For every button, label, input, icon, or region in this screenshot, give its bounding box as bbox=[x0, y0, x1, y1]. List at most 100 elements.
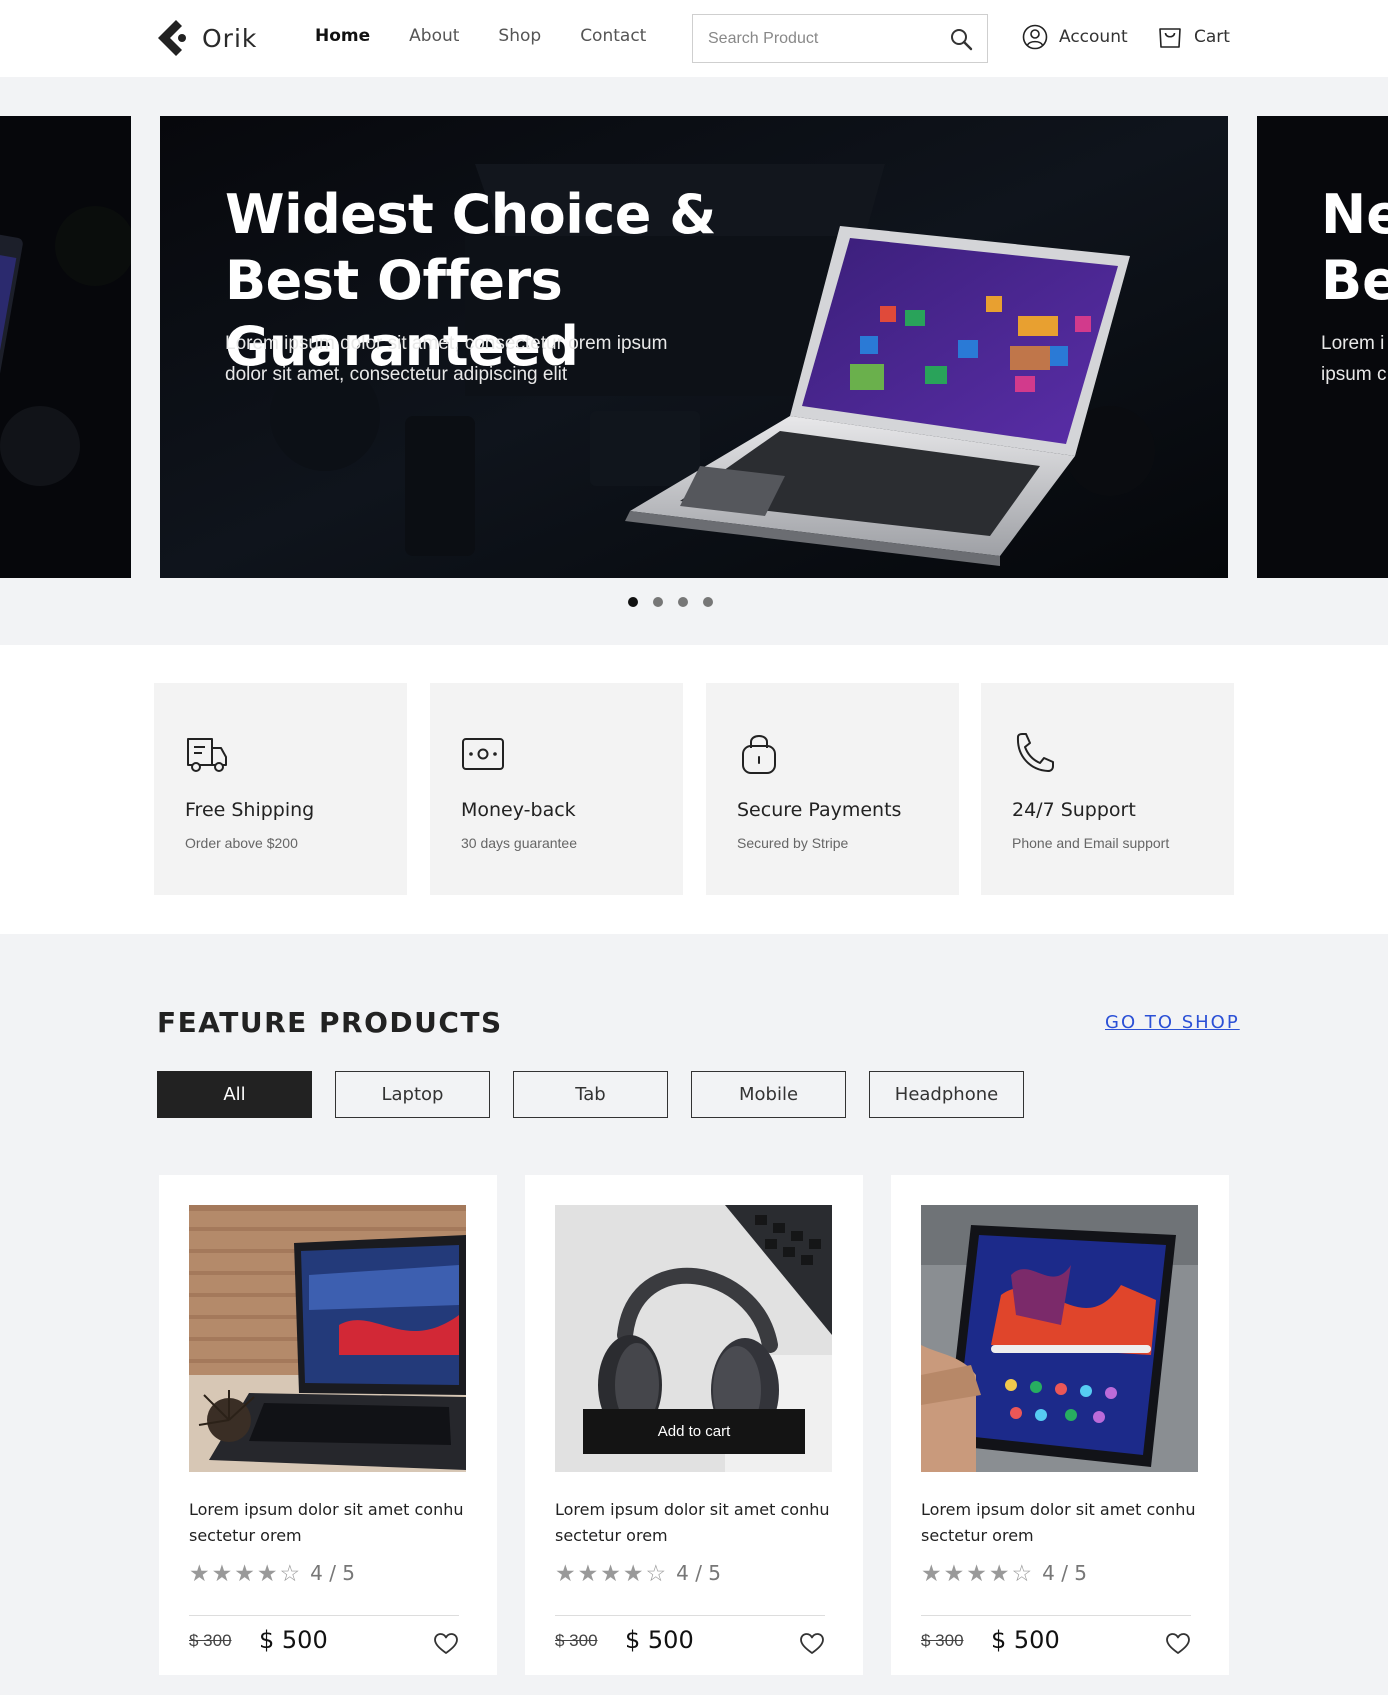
star-empty-icon: ☆ bbox=[1011, 1560, 1033, 1586]
features-section: Free Shipping Order above $200 Money-bac… bbox=[0, 645, 1388, 934]
carousel-dots bbox=[628, 597, 713, 607]
star-filled-icon: ★ bbox=[600, 1560, 621, 1586]
previous-slide-image bbox=[0, 116, 131, 578]
hero-carousel: Widest Choice & Best Offers Guaranteed L… bbox=[0, 77, 1388, 645]
active-slide[interactable]: Widest Choice & Best Offers Guaranteed L… bbox=[160, 116, 1228, 578]
divider bbox=[555, 1615, 825, 1616]
go-to-shop-link[interactable]: GO TO SHOP bbox=[1105, 1012, 1240, 1033]
feature-subtitle: Phone and Email support bbox=[1012, 835, 1170, 851]
tablet-product-image bbox=[921, 1205, 1198, 1472]
star-filled-icon: ★ bbox=[234, 1560, 255, 1586]
feature-title: Money-back bbox=[461, 799, 576, 821]
category-filters: All Laptop Tab Mobile Headphone bbox=[157, 1071, 1024, 1118]
feature-support: 24/7 Support Phone and Email support bbox=[981, 683, 1234, 895]
filter-all[interactable]: All bbox=[157, 1071, 312, 1118]
rating-text: 4 / 5 bbox=[676, 1561, 722, 1585]
divider bbox=[189, 1615, 459, 1616]
product-card[interactable]: Lorem ipsum dolor sit amet conhu sectetu… bbox=[891, 1175, 1229, 1675]
star-filled-icon: ★ bbox=[622, 1560, 644, 1586]
heart-icon[interactable] bbox=[433, 1632, 459, 1656]
nav-about[interactable]: About bbox=[409, 26, 459, 46]
next-slide-title: Ne Bes bbox=[1321, 183, 1388, 312]
section-title: FEATURE PRODUCTS bbox=[157, 1006, 503, 1039]
filter-headphone[interactable]: Headphone bbox=[869, 1071, 1024, 1118]
nav-home[interactable]: Home bbox=[315, 26, 370, 46]
feature-secure-payments: Secure Payments Secured by Stripe bbox=[706, 683, 959, 895]
logo-icon bbox=[158, 20, 186, 56]
feature-subtitle: 30 days guarantee bbox=[461, 835, 577, 851]
price: $ 500 bbox=[625, 1626, 694, 1654]
brand-name: Orik bbox=[202, 23, 258, 53]
carousel-dot-1[interactable] bbox=[628, 597, 638, 607]
truck-icon bbox=[187, 738, 227, 772]
product-name[interactable]: Lorem ipsum dolor sit amet conhu sectetu… bbox=[555, 1497, 835, 1549]
filter-tab[interactable]: Tab bbox=[513, 1071, 668, 1118]
featured-products-section: FEATURE PRODUCTS GO TO SHOP All Laptop T… bbox=[0, 934, 1388, 1695]
feature-money-back: Money-back 30 days guarantee bbox=[430, 683, 683, 895]
feature-title: Secure Payments bbox=[737, 799, 902, 821]
product-name[interactable]: Lorem ipsum dolor sit amet conhu sectetu… bbox=[189, 1497, 469, 1549]
product-image[interactable]: Add to cart bbox=[555, 1205, 832, 1472]
star-filled-icon: ★ bbox=[211, 1560, 233, 1586]
product-card[interactable]: Add to cart Lorem ipsum dolor sit amet c… bbox=[525, 1175, 863, 1675]
search-box bbox=[692, 14, 988, 63]
price: $ 500 bbox=[991, 1626, 1060, 1654]
heart-icon[interactable] bbox=[799, 1632, 825, 1656]
feature-title: 24/7 Support bbox=[1012, 799, 1136, 821]
search-icon[interactable] bbox=[949, 27, 973, 51]
account-label: Account bbox=[1059, 27, 1128, 47]
feature-free-shipping: Free Shipping Order above $200 bbox=[154, 683, 407, 895]
cart-label: Cart bbox=[1194, 27, 1230, 47]
product-name[interactable]: Lorem ipsum dolor sit amet conhu sectetu… bbox=[921, 1497, 1201, 1549]
price: $ 500 bbox=[259, 1626, 328, 1654]
old-price: $ 300 bbox=[189, 1631, 232, 1650]
add-to-cart-button[interactable]: Add to cart bbox=[583, 1409, 805, 1454]
next-slide[interactable]: Ne Bes Lorem i ipsum c bbox=[1257, 116, 1388, 578]
rating-text: 4 / 5 bbox=[1042, 1561, 1088, 1585]
product-rating: ★ ★ ★ ★ ☆ 4 / 5 bbox=[189, 1561, 355, 1585]
feature-title: Free Shipping bbox=[185, 799, 315, 821]
search-input[interactable] bbox=[708, 29, 949, 48]
rating-text: 4 / 5 bbox=[310, 1561, 356, 1585]
phone-icon bbox=[1016, 733, 1054, 772]
nav-contact[interactable]: Contact bbox=[580, 26, 646, 46]
site-header: Orik Home About Shop Contact Account Car… bbox=[0, 0, 1388, 77]
star-filled-icon: ★ bbox=[189, 1560, 210, 1586]
money-icon bbox=[462, 738, 504, 770]
product-rating: ★ ★ ★ ★ ☆ 4 / 5 bbox=[555, 1561, 721, 1585]
old-price: $ 300 bbox=[555, 1631, 598, 1650]
brand-logo[interactable]: Orik bbox=[156, 18, 257, 58]
heart-icon[interactable] bbox=[1165, 1632, 1191, 1656]
filter-mobile[interactable]: Mobile bbox=[691, 1071, 846, 1118]
feature-subtitle: Order above $200 bbox=[185, 835, 298, 851]
cart-link[interactable]: Cart bbox=[1157, 24, 1230, 50]
account-link[interactable]: Account bbox=[1022, 24, 1128, 50]
star-filled-icon: ★ bbox=[966, 1560, 987, 1586]
star-empty-icon: ☆ bbox=[279, 1560, 301, 1586]
product-image[interactable] bbox=[921, 1205, 1198, 1472]
product-rating: ★ ★ ★ ★ ☆ 4 / 5 bbox=[921, 1561, 1087, 1585]
divider bbox=[921, 1615, 1191, 1616]
lock-icon bbox=[742, 735, 776, 774]
hero-text: Lorem ipsum dolor sit amet, consectetur … bbox=[225, 333, 668, 385]
carousel-dot-2[interactable] bbox=[653, 597, 663, 607]
star-filled-icon: ★ bbox=[988, 1560, 1010, 1586]
star-filled-icon: ★ bbox=[555, 1560, 576, 1586]
product-card[interactable]: Lorem ipsum dolor sit amet conhu sectetu… bbox=[159, 1175, 497, 1675]
nav-shop[interactable]: Shop bbox=[498, 26, 541, 46]
star-filled-icon: ★ bbox=[256, 1560, 278, 1586]
product-image[interactable] bbox=[189, 1205, 466, 1472]
star-filled-icon: ★ bbox=[921, 1560, 942, 1586]
previous-slide[interactable] bbox=[0, 116, 131, 578]
next-slide-text: Lorem i ipsum c bbox=[1321, 333, 1387, 385]
feature-subtitle: Secured by Stripe bbox=[737, 835, 849, 851]
laptop-product-image bbox=[189, 1205, 466, 1472]
main-nav: Home About Shop Contact bbox=[315, 26, 646, 46]
carousel-dot-4[interactable] bbox=[703, 597, 713, 607]
star-filled-icon: ★ bbox=[577, 1560, 599, 1586]
carousel-dot-3[interactable] bbox=[678, 597, 688, 607]
user-icon bbox=[1022, 24, 1048, 50]
old-price: $ 300 bbox=[921, 1631, 964, 1650]
filter-laptop[interactable]: Laptop bbox=[335, 1071, 490, 1118]
star-empty-icon: ☆ bbox=[645, 1560, 667, 1586]
